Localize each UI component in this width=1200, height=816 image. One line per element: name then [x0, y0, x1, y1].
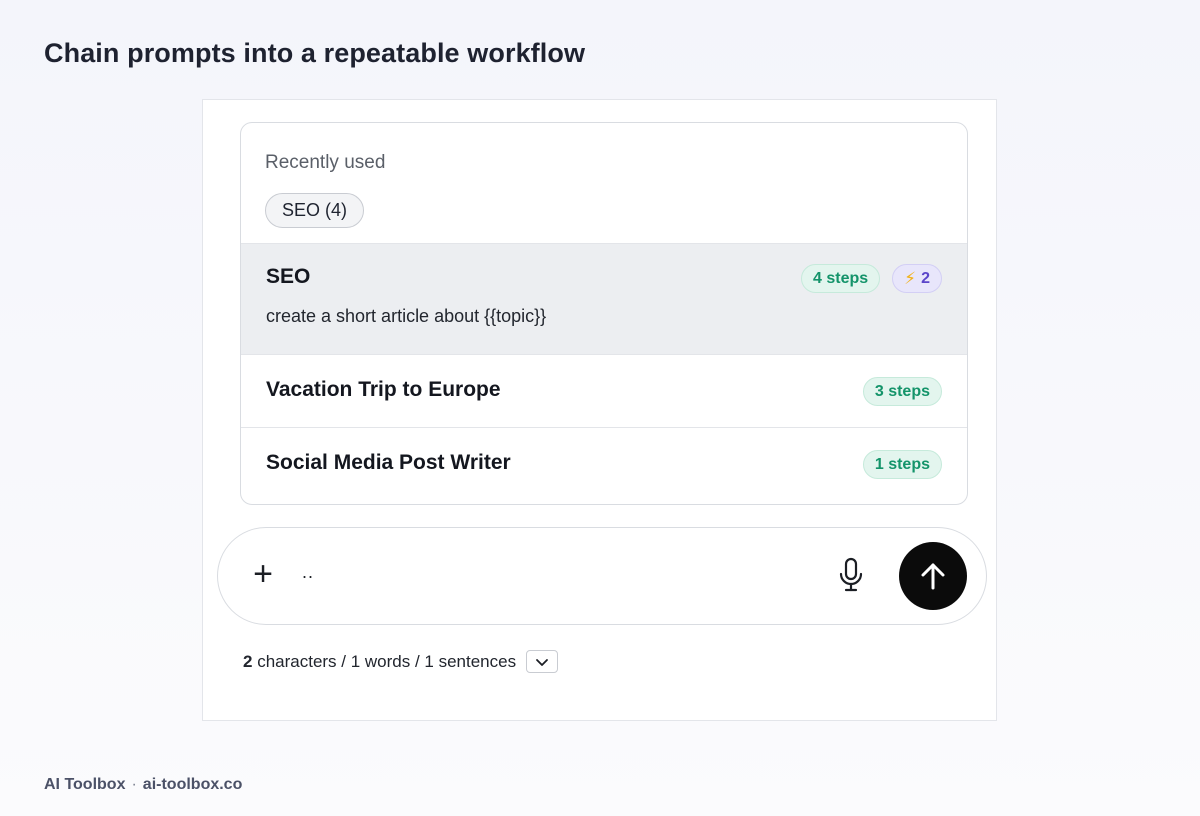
footer-brand: AI Toolbox	[44, 776, 126, 793]
automation-badge: ⚡ 2	[892, 264, 942, 293]
workflow-title: SEO	[266, 265, 311, 288]
plus-icon[interactable]: +	[248, 557, 278, 592]
prompt-input[interactable]: ..	[302, 562, 314, 583]
text-stats-label: 2 characters / 1 words / 1 sentences	[243, 652, 516, 672]
steps-badge: 1 steps	[862, 450, 942, 479]
microphone-icon[interactable]	[836, 556, 866, 594]
chevron-down-icon	[536, 658, 548, 666]
prompt-composer: + ..	[217, 527, 987, 625]
steps-badge: 4 steps	[801, 264, 881, 293]
send-button[interactable]	[899, 542, 967, 610]
page-title: Chain prompts into a repeatable workflow	[44, 38, 586, 68]
recent-chip-seo[interactable]: SEO (4)	[265, 193, 365, 228]
workflow-item-seo[interactable]: SEO create a short article about {{topic…	[241, 244, 967, 355]
text-stats: 2 characters / 1 words / 1 sentences	[243, 650, 559, 673]
app-frame: Recently used SEO (4) SEO create a short…	[202, 99, 997, 721]
footer-domain: ai-toolbox.co	[142, 776, 243, 793]
steps-badge: 3 steps	[862, 377, 942, 406]
automation-count: 2	[921, 270, 930, 287]
recently-used-label: Recently used	[265, 152, 386, 173]
arrow-up-icon	[921, 563, 945, 590]
stats-rest: characters / 1 words / 1 sentences	[252, 651, 517, 671]
workflow-title: Vacation Trip to Europe	[266, 378, 501, 401]
workflow-badges: 3 steps	[862, 377, 942, 406]
workflow-item-vacation-trip[interactable]: Vacation Trip to Europe 3 steps	[241, 355, 967, 428]
lightning-icon: ⚡	[904, 269, 917, 288]
footer: AI Toolbox · ai-toolbox.co	[44, 776, 242, 794]
recently-used-section: Recently used SEO (4)	[241, 123, 967, 244]
workflow-badges: 4 steps ⚡ 2	[801, 264, 942, 293]
workflow-badges: 1 steps	[862, 450, 942, 479]
footer-separator: ·	[131, 776, 137, 793]
workflow-title: Social Media Post Writer	[266, 451, 511, 474]
workflow-dropdown: Recently used SEO (4) SEO create a short…	[240, 122, 968, 505]
workflow-item-social-media[interactable]: Social Media Post Writer 1 steps	[241, 428, 967, 501]
workflow-description: create a short article about {{topic}}	[266, 306, 547, 326]
stats-toggle-button[interactable]	[526, 650, 559, 673]
